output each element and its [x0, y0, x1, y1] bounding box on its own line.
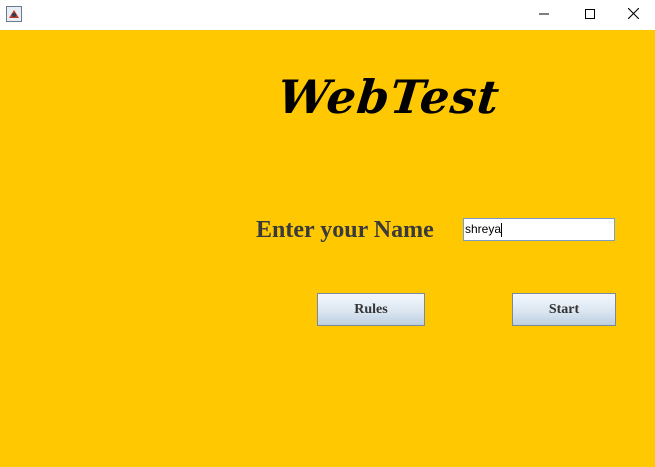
name-input-value: shreya [465, 222, 502, 236]
minimize-button[interactable] [521, 0, 567, 30]
rules-button[interactable]: Rules [317, 293, 425, 326]
name-input[interactable]: shreya [463, 218, 615, 241]
maximize-button[interactable] [567, 0, 613, 30]
app-window: WebTest Enter your Name shreya Rules Sta… [0, 0, 655, 467]
close-button[interactable] [611, 0, 655, 30]
main-panel: WebTest Enter your Name shreya Rules Sta… [0, 30, 655, 467]
text-caret [501, 222, 503, 237]
minimize-icon [539, 6, 549, 24]
maximize-icon [585, 6, 595, 24]
java-app-icon [6, 6, 22, 22]
start-button[interactable]: Start [512, 293, 616, 326]
title-bar[interactable] [0, 0, 655, 30]
name-label: Enter your Name [256, 217, 434, 243]
webtest-logo: WebTest [275, 70, 503, 124]
close-icon [627, 6, 639, 24]
